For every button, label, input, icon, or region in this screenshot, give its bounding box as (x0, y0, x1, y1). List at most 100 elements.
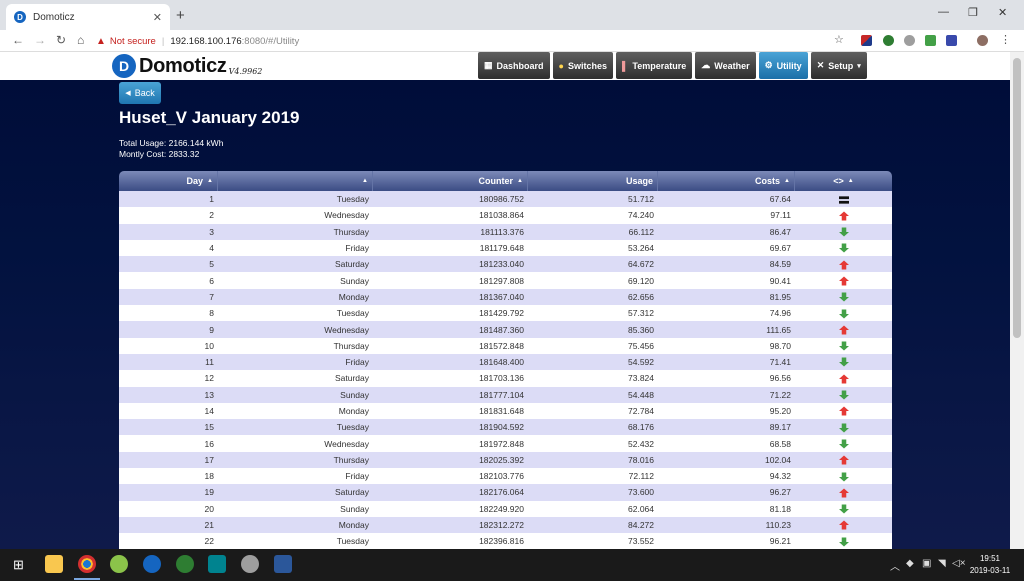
back-arrow-icon[interactable]: ← (12, 33, 24, 47)
domoticz-logo[interactable]: D Domoticz V4.9962 (112, 54, 262, 78)
cell-counter: 181703.136 (479, 373, 524, 384)
chevron-left-icon: ◀ (125, 90, 131, 97)
url-field[interactable]: ▲ Not secure | 192.168.100.176 :8080/#/U… (96, 32, 856, 50)
domoticz-taskbar-icon[interactable] (143, 555, 161, 573)
cell-day: 13 (204, 389, 214, 400)
page-scrollbar[interactable] (1010, 52, 1024, 549)
cell-counter: 181831.648 (479, 406, 524, 416)
cell-counter: 181297.808 (479, 275, 524, 286)
table-row: 19 Saturday 182176.064 73.600 96.27 (119, 484, 892, 501)
nav-dashboard[interactable]: ▦ Dashboard (478, 52, 550, 79)
cell-counter: 182312.272 (479, 520, 524, 531)
system-clock[interactable]: 19:51 2019-03-11 (968, 553, 1012, 577)
cell-day: 18 (204, 471, 214, 482)
browser-menu-icon[interactable]: ⋮ (1000, 33, 1011, 46)
header-usage[interactable]: Usage (528, 171, 658, 191)
nav-utility[interactable]: ⚙ Utility (758, 52, 808, 79)
security-label: Not secure (109, 35, 156, 47)
cell-weekday: Thursday (333, 340, 369, 351)
cell-trend (795, 471, 892, 482)
tray-chevron-up-icon[interactable]: ︿ (890, 558, 900, 573)
cell-trend (795, 438, 892, 449)
cell-weekday: Friday (345, 471, 369, 482)
cell-trend (795, 487, 892, 498)
cell-usage: 78.016 (628, 454, 654, 465)
header-costs[interactable]: Costs ▲ (658, 171, 795, 191)
cell-usage: 84.272 (628, 520, 654, 531)
reload-icon[interactable]: ↻ (56, 33, 66, 47)
cell-usage: 51.712 (628, 194, 654, 205)
arduino-icon[interactable] (208, 555, 226, 573)
extension-flag-icon[interactable] (861, 35, 872, 46)
chrome-icon[interactable] (78, 555, 96, 573)
table-row: 12 Saturday 181703.136 73.824 96.56 (119, 370, 892, 387)
header-weekday[interactable]: ▲ (218, 171, 373, 191)
cell-weekday: Saturday (334, 487, 369, 498)
total-usage: Total Usage: 2166.144 kWh (119, 138, 224, 148)
bookmark-star-icon[interactable]: ☆ (834, 33, 844, 46)
extension-green-icon[interactable] (883, 35, 894, 46)
trend-up-icon (838, 260, 849, 270)
cell-day: 15 (204, 422, 214, 433)
home-icon[interactable]: ⌂ (77, 33, 84, 47)
extension-gray-icon[interactable] (904, 35, 915, 46)
cell-cost: 84.59 (769, 259, 791, 270)
tab-close-icon[interactable]: ✕ (153, 11, 162, 24)
tray-app-icon[interactable]: ▣ (922, 558, 931, 569)
cell-cost: 89.17 (769, 422, 791, 433)
cell-counter: 181904.592 (479, 422, 524, 433)
hangouts-icon[interactable] (176, 555, 194, 573)
header-day[interactable]: Day ▲ (119, 171, 218, 191)
cell-cost: 71.22 (769, 389, 791, 400)
cell-counter: 181972.848 (479, 438, 524, 449)
nav-temperature[interactable]: ▌ Temperature (615, 52, 693, 79)
header-trend[interactable]: <> ▲ (795, 171, 892, 191)
app-gray-icon[interactable] (241, 555, 259, 573)
dropbox-icon[interactable]: ◆ (906, 558, 914, 569)
cell-counter: 181572.848 (479, 340, 524, 351)
app-green-icon[interactable] (110, 555, 128, 573)
windows-start-icon[interactable]: ⊞ (13, 557, 24, 573)
scrollbar-thumb[interactable] (1013, 58, 1021, 338)
back-button[interactable]: ◀ Back (119, 82, 161, 104)
network-icon[interactable]: ◥ (938, 558, 946, 569)
restore-icon[interactable]: ❐ (968, 6, 978, 19)
forward-arrow-icon[interactable]: → (34, 33, 46, 47)
domoticz-favicon-icon: D (14, 11, 26, 23)
cell-usage: 52.432 (628, 438, 654, 449)
extension-blue-icon[interactable] (946, 35, 957, 46)
cell-weekday: Monday (338, 291, 369, 302)
trend-up-icon (838, 488, 849, 498)
cell-day: 20 (204, 503, 214, 514)
browser-tab[interactable]: D Domoticz ✕ (6, 4, 170, 30)
extension-puzzle-icon[interactable] (925, 35, 936, 46)
nav-switches[interactable]: ● Switches (552, 52, 613, 79)
clock-time: 19:51 (979, 554, 1001, 563)
cell-cost: 111.65 (766, 324, 791, 335)
nav-weather[interactable]: ☁ Weather (695, 52, 756, 79)
cloud-icon: ☁ (701, 60, 711, 70)
cell-day: 5 (209, 259, 214, 270)
profile-avatar[interactable] (977, 35, 988, 46)
cell-usage: 74.240 (628, 210, 654, 221)
cell-day: 16 (204, 438, 214, 449)
word-icon[interactable] (274, 555, 292, 573)
new-tab-button[interactable]: + (176, 7, 185, 24)
cell-counter: 181113.376 (480, 226, 524, 237)
cell-weekday: Sunday (340, 503, 369, 514)
table-body: 1 Tuesday 180986.752 51.712 67.64 2 Wednesday 1… (119, 191, 892, 549)
nav-label: Utility (776, 60, 802, 71)
wrench-icon: ✕ (816, 60, 825, 70)
cell-cost: 95.20 (769, 406, 791, 416)
file-explorer-icon[interactable] (45, 555, 63, 573)
cell-day: 2 (209, 210, 214, 221)
minimize-icon[interactable]: — (938, 6, 949, 18)
nav-setup[interactable]: ✕ Setup ▾ (810, 52, 867, 79)
header-counter[interactable]: Counter ▲ (373, 171, 528, 191)
volume-icon[interactable]: ◁× (952, 558, 966, 569)
cell-counter: 181648.400 (479, 357, 524, 368)
cell-day: 1 (209, 194, 214, 205)
tab-title: Domoticz (33, 11, 75, 23)
cell-weekday: Sunday (340, 275, 369, 286)
close-window-icon[interactable]: ✕ (998, 6, 1007, 19)
